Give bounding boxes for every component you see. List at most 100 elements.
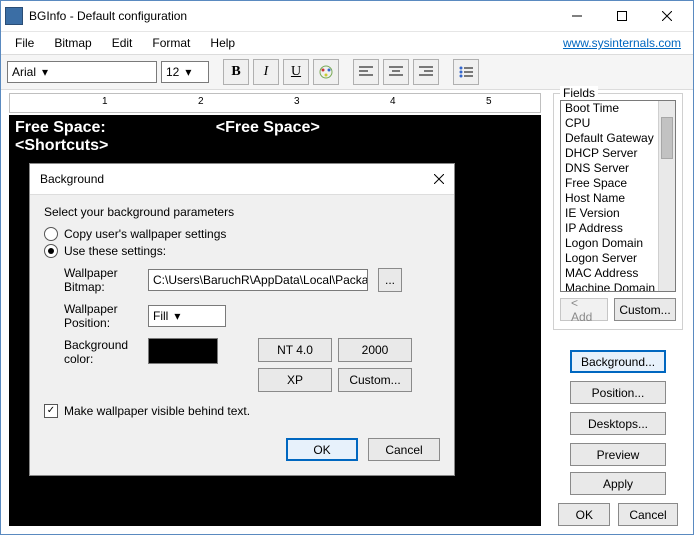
win2000-button[interactable]: 2000 xyxy=(338,338,412,362)
list-item[interactable]: IP Address xyxy=(561,221,659,236)
list-item[interactable]: Free Space xyxy=(561,176,659,191)
align-left-icon xyxy=(359,66,373,78)
side-panel: Fields Boot Time CPU Default Gateway DHC… xyxy=(549,87,693,534)
minimize-icon xyxy=(572,11,582,21)
menu-bitmap[interactable]: Bitmap xyxy=(46,34,99,52)
ruler-mark: 4 xyxy=(390,96,396,107)
close-icon xyxy=(662,11,672,21)
list-item[interactable]: Boot Time xyxy=(561,101,659,116)
align-right-button[interactable] xyxy=(413,59,439,85)
fields-list[interactable]: Boot Time CPU Default Gateway DHCP Serve… xyxy=(560,100,676,292)
fontsize-value: 12 xyxy=(166,65,179,79)
minimize-button[interactable] xyxy=(554,2,599,30)
list-item[interactable]: Logon Server xyxy=(561,251,659,266)
color-button[interactable] xyxy=(313,59,339,85)
menu-format[interactable]: Format xyxy=(144,34,198,52)
underline-icon: U xyxy=(291,64,301,80)
menubar: File Bitmap Edit Format Help www.sysinte… xyxy=(1,32,693,54)
menu-file[interactable]: File xyxy=(7,34,42,52)
fields-group: Fields Boot Time CPU Default Gateway DHC… xyxy=(553,93,683,330)
bullets-button[interactable] xyxy=(453,59,479,85)
xp-button[interactable]: XP xyxy=(258,368,332,392)
chevron-down-icon: ▾ xyxy=(174,309,180,323)
dialog-titlebar: Background xyxy=(30,164,454,195)
list-item[interactable]: Default Gateway xyxy=(561,131,659,146)
align-center-icon xyxy=(389,66,403,78)
close-icon xyxy=(434,174,444,184)
ruler: 1 2 3 4 5 xyxy=(9,93,541,113)
radio-use-settings[interactable] xyxy=(44,244,58,258)
bold-icon: B xyxy=(231,64,240,80)
list-item[interactable]: Machine Domain xyxy=(561,281,659,291)
align-center-button[interactable] xyxy=(383,59,409,85)
format-toolbar: Arial ▾ 12 ▾ B I U xyxy=(1,54,693,90)
desktops-button[interactable]: Desktops... xyxy=(570,412,666,435)
editor-line: <Shortcuts> xyxy=(15,137,535,155)
ruler-mark: 3 xyxy=(294,96,300,107)
align-left-button[interactable] xyxy=(353,59,379,85)
background-button[interactable]: Background... xyxy=(570,350,666,373)
radio-copy-settings[interactable] xyxy=(44,227,58,241)
list-item[interactable]: CPU xyxy=(561,116,659,131)
apply-button[interactable]: Apply xyxy=(570,472,666,495)
list-item[interactable]: MAC Address xyxy=(561,266,659,281)
background-dialog: Background Select your background parame… xyxy=(29,163,455,476)
field-value: <Free Space> xyxy=(216,119,320,136)
align-right-icon xyxy=(419,66,433,78)
background-color-swatch[interactable] xyxy=(148,338,218,364)
menu-help[interactable]: Help xyxy=(202,34,243,52)
wallpaper-position-label: Wallpaper Position: xyxy=(64,302,138,330)
wallpaper-bitmap-label: Wallpaper Bitmap: xyxy=(64,266,138,294)
list-item[interactable]: IE Version xyxy=(561,206,659,221)
list-item[interactable]: DHCP Server xyxy=(561,146,659,161)
chevron-down-icon: ▾ xyxy=(42,65,48,79)
list-item[interactable]: DNS Server xyxy=(561,161,659,176)
list-item[interactable]: Host Name xyxy=(561,191,659,206)
editor-line: Free Space: <Free Space> xyxy=(15,119,535,137)
bold-button[interactable]: B xyxy=(223,59,249,85)
window-title: BGInfo - Default configuration xyxy=(29,9,554,23)
background-color-label: Background color: xyxy=(64,338,138,366)
app-icon xyxy=(5,7,23,25)
radio-use-label: Use these settings: xyxy=(64,244,166,258)
nt4-button[interactable]: NT 4.0 xyxy=(258,338,332,362)
field-label: Free Space: xyxy=(15,119,106,136)
underline-button[interactable]: U xyxy=(283,59,309,85)
dialog-intro: Select your background parameters xyxy=(44,205,440,219)
ruler-mark: 2 xyxy=(198,96,204,107)
add-field-button: < Add xyxy=(560,298,608,321)
visible-behind-text-checkbox[interactable]: ✓ xyxy=(44,404,58,418)
position-button[interactable]: Position... xyxy=(570,381,666,404)
scrollbar[interactable] xyxy=(658,101,675,291)
ok-button[interactable]: OK xyxy=(558,503,610,526)
font-select[interactable]: Arial ▾ xyxy=(7,61,157,83)
dialog-title: Background xyxy=(40,172,434,186)
wallpaper-bitmap-input[interactable]: C:\Users\BaruchR\AppData\Local\Packages xyxy=(148,269,368,291)
dialog-cancel-button[interactable]: Cancel xyxy=(368,438,440,461)
scrollbar-thumb[interactable] xyxy=(661,117,673,159)
fields-legend: Fields xyxy=(560,86,598,100)
bullets-icon xyxy=(459,66,473,78)
ruler-mark: 5 xyxy=(486,96,492,107)
browse-button[interactable]: ... xyxy=(378,268,402,292)
custom-field-button[interactable]: Custom... xyxy=(614,298,676,321)
dialog-close-button[interactable] xyxy=(434,174,444,184)
fontsize-select[interactable]: 12 ▾ xyxy=(161,61,209,83)
radio-copy-label: Copy user's wallpaper settings xyxy=(64,227,226,241)
sysinternals-link[interactable]: www.sysinternals.com xyxy=(563,36,687,50)
menu-edit[interactable]: Edit xyxy=(104,34,141,52)
custom-color-button[interactable]: Custom... xyxy=(338,368,412,392)
close-button[interactable] xyxy=(644,2,689,30)
wallpaper-position-value: Fill xyxy=(153,309,168,323)
wallpaper-position-select[interactable]: Fill ▾ xyxy=(148,305,226,327)
cancel-button[interactable]: Cancel xyxy=(618,503,677,526)
font-select-value: Arial xyxy=(12,65,36,79)
list-item[interactable]: Logon Domain xyxy=(561,236,659,251)
preview-button[interactable]: Preview xyxy=(570,443,666,466)
dialog-ok-button[interactable]: OK xyxy=(286,438,358,461)
italic-icon: I xyxy=(264,64,269,80)
palette-icon xyxy=(318,64,334,80)
italic-button[interactable]: I xyxy=(253,59,279,85)
chevron-down-icon: ▾ xyxy=(185,65,191,79)
maximize-button[interactable] xyxy=(599,2,644,30)
